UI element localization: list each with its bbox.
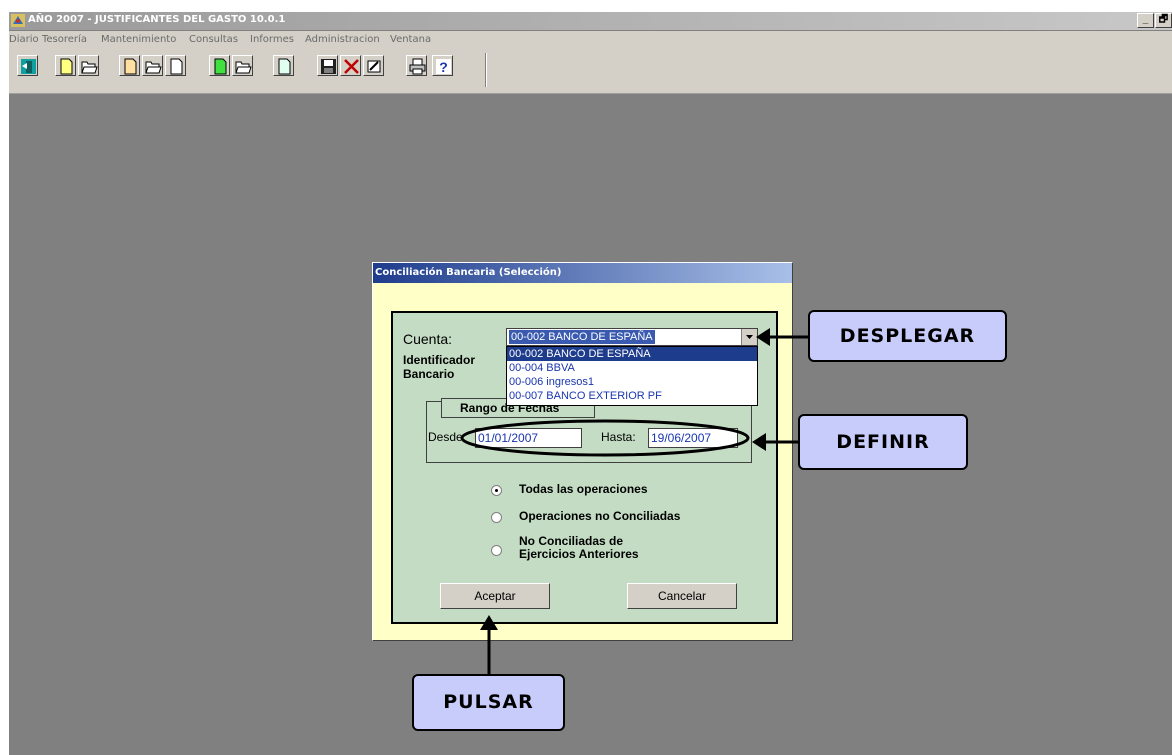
radio-ejercicios-label[interactable]: No Conciliadas de Ejercicios Anteriores: [519, 535, 639, 561]
cuenta-option[interactable]: 00-002 BANCO DE ESPAÑA: [507, 347, 757, 361]
hasta-label: Hasta:: [601, 430, 636, 444]
edit-icon[interactable]: [363, 55, 384, 76]
menu-mantenimiento[interactable]: Mantenimiento: [101, 34, 176, 45]
toolbar: ?: [9, 49, 1172, 94]
desde-label: Desde:: [428, 430, 467, 444]
print-icon[interactable]: [406, 55, 427, 76]
dialog-title-bar: Conciliación Bancaria (Selección): [373, 263, 792, 283]
dialog-title: Conciliación Bancaria (Selección): [375, 267, 562, 278]
menu-consultas[interactable]: Consultas: [189, 34, 238, 45]
svg-text:?: ?: [439, 59, 448, 75]
desde-date-input[interactable]: 01/01/2007: [475, 428, 582, 448]
new-document-icon[interactable]: [119, 55, 140, 76]
radio-ejercicios-line2: Ejercicios Anteriores: [519, 547, 639, 561]
document-icon[interactable]: [273, 55, 294, 76]
pulsar-callout: PULSAR: [412, 674, 565, 731]
radio-todas[interactable]: [491, 485, 502, 496]
cuenta-option[interactable]: 00-004 BBVA: [507, 361, 757, 375]
cuenta-label: Cuenta:: [403, 331, 453, 347]
conciliacion-dialog: Conciliación Bancaria (Selección) Cuenta…: [372, 262, 793, 641]
window-controls: _ 🗗: [1136, 13, 1172, 28]
identificador-label: Identificador: [403, 353, 476, 367]
new-document-icon[interactable]: [55, 55, 76, 76]
toolbar-separator: [485, 53, 487, 87]
cuenta-selected-value: 00-002 BANCO DE ESPAÑA: [509, 330, 655, 344]
cuenta-select[interactable]: 00-002 BANCO DE ESPAÑA: [506, 328, 758, 346]
aceptar-button[interactable]: Aceptar: [440, 583, 550, 609]
dropdown-arrow-icon[interactable]: [741, 329, 757, 345]
delete-icon[interactable]: [340, 55, 361, 76]
radio-todas-label[interactable]: Todas las operaciones: [519, 482, 648, 496]
menu-ventana[interactable]: Ventana: [390, 34, 431, 45]
bancario-label: Bancario: [403, 367, 455, 381]
app-icon: [11, 14, 25, 27]
cuenta-dropdown-list: 00-002 BANCO DE ESPAÑA 00-004 BBVA 00-00…: [506, 346, 758, 406]
menu-administracion[interactable]: Administracion: [305, 34, 380, 45]
selection-panel: Cuenta: 00-002 BANCO DE ESPAÑA Identific…: [391, 311, 778, 624]
open-folder-icon[interactable]: [78, 55, 99, 76]
hasta-date-input[interactable]: 19/06/2007: [648, 428, 738, 448]
cuenta-option[interactable]: 00-006 ingresos1: [507, 375, 757, 389]
menu-tesoreria[interactable]: Tesorería: [42, 34, 87, 45]
window-title: AÑO 2007 - JUSTIFICANTES DEL GASTO 10.0.…: [28, 14, 286, 25]
help-icon[interactable]: ?: [432, 55, 453, 76]
radio-ejercicios-anteriores[interactable]: [491, 545, 502, 556]
save-icon[interactable]: [317, 55, 338, 76]
open-folder-icon[interactable]: [142, 55, 163, 76]
menu-bar: Diario Tesorería Mantenimiento Consultas…: [9, 31, 1172, 49]
new-green-document-icon[interactable]: [209, 55, 230, 76]
cancelar-button[interactable]: Cancelar: [627, 583, 737, 609]
title-bar: AÑO 2007 - JUSTIFICANTES DEL GASTO 10.0.…: [9, 12, 1172, 30]
desplegar-callout: DESPLEGAR: [808, 310, 1007, 362]
menu-diario[interactable]: Diario: [9, 34, 39, 45]
restore-button[interactable]: 🗗: [1155, 13, 1172, 28]
document-icon[interactable]: [165, 55, 186, 76]
definir-callout: DEFINIR: [798, 414, 968, 470]
cuenta-option[interactable]: 00-007 BANCO EXTERIOR PF: [507, 389, 757, 403]
radio-no-conciliadas-label[interactable]: Operaciones no Conciliadas: [519, 509, 680, 523]
radio-no-conciliadas[interactable]: [491, 512, 502, 523]
minimize-button[interactable]: _: [1137, 13, 1154, 28]
exit-icon[interactable]: [17, 55, 38, 76]
menu-informes[interactable]: Informes: [250, 34, 294, 45]
open-folder-icon[interactable]: [232, 55, 253, 76]
